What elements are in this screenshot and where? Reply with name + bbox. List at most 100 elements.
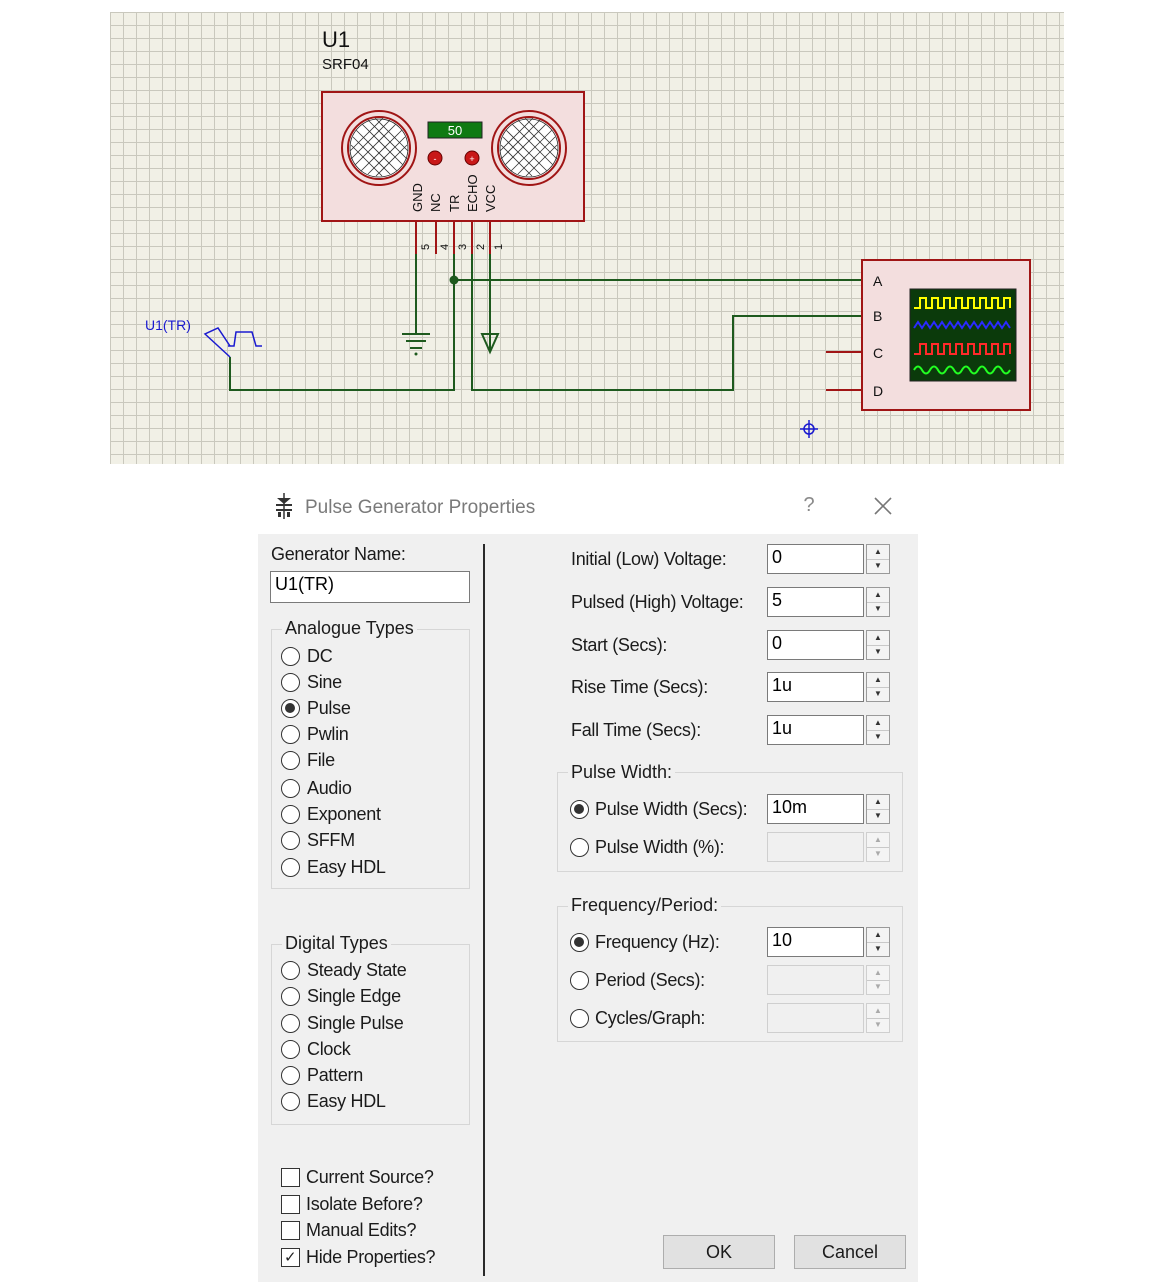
radio-button[interactable] — [570, 838, 589, 857]
cancel-button[interactable]: Cancel — [794, 1235, 906, 1269]
pin-number-5: 5 — [420, 244, 432, 250]
radio-button[interactable] — [281, 1014, 300, 1033]
spin-down-icon[interactable]: ▼ — [867, 980, 889, 994]
radio-button[interactable] — [570, 1009, 589, 1028]
field-input[interactable]: 1u — [767, 715, 864, 745]
spin-down-icon[interactable]: ▼ — [867, 847, 889, 861]
radio-label: Pattern — [307, 1065, 363, 1085]
radio-button[interactable] — [281, 858, 300, 877]
wires[interactable] — [229, 254, 862, 391]
checkbox-box[interactable]: ✓ — [281, 1248, 300, 1267]
spin-down-icon[interactable]: ▼ — [867, 645, 889, 659]
digital-types-title: Digital Types — [282, 933, 391, 954]
spin-down-icon[interactable]: ▼ — [867, 559, 889, 573]
component-part: SRF04 — [322, 56, 369, 73]
field-spinner[interactable]: ▲ ▼ — [866, 672, 890, 702]
option-spinner[interactable]: ▲ ▼ — [866, 1003, 890, 1033]
pulse-generator-icon[interactable] — [203, 327, 262, 358]
help-button[interactable]: ? — [798, 494, 820, 520]
radio-button[interactable] — [281, 673, 300, 692]
spin-down-icon[interactable]: ▼ — [867, 602, 889, 616]
radio-button[interactable] — [281, 1092, 300, 1111]
radio-label: Single Edge — [307, 986, 401, 1006]
svg-text:+: + — [469, 154, 474, 164]
spin-up-icon[interactable]: ▲ — [867, 631, 889, 646]
spin-down-icon[interactable]: ▼ — [867, 1018, 889, 1032]
spin-down-icon[interactable]: ▼ — [867, 942, 889, 956]
radio-button[interactable] — [281, 751, 300, 770]
analogue-types-title: Analogue Types — [282, 618, 417, 639]
checkbox-box[interactable] — [281, 1168, 300, 1187]
radio-button[interactable] — [281, 779, 300, 798]
spin-up-icon[interactable]: ▲ — [867, 795, 889, 810]
generator-name-label: Generator Name: — [271, 544, 406, 564]
radio-button[interactable] — [281, 805, 300, 824]
checkbox-box[interactable] — [281, 1195, 300, 1214]
option-input[interactable] — [767, 1003, 864, 1033]
radio-button[interactable] — [570, 800, 589, 819]
field-input[interactable]: 0 — [767, 544, 864, 574]
pin-number-1: 1 — [493, 244, 505, 250]
option-input[interactable] — [767, 965, 864, 995]
spin-up-icon[interactable]: ▲ — [867, 673, 889, 688]
spin-up-icon[interactable]: ▲ — [867, 545, 889, 560]
spin-up-icon[interactable]: ▲ — [867, 588, 889, 603]
pin-number-2: 2 — [475, 244, 487, 250]
field-input[interactable]: 5 — [767, 587, 864, 617]
option-input[interactable]: 10m — [767, 794, 864, 824]
radio-button[interactable] — [281, 1040, 300, 1059]
spin-down-icon[interactable]: ▼ — [867, 730, 889, 744]
close-icon[interactable] — [870, 492, 896, 520]
pin-name-tr: TR — [447, 195, 462, 212]
ok-button[interactable]: OK — [663, 1235, 775, 1269]
dialog-titlebar[interactable]: Pulse Generator Properties ? — [258, 480, 918, 534]
radio-button[interactable] — [281, 987, 300, 1006]
spin-up-icon[interactable]: ▲ — [867, 1004, 889, 1019]
checkbox-box[interactable] — [281, 1221, 300, 1240]
option-spinner[interactable]: ▲ ▼ — [866, 927, 890, 957]
field-spinner[interactable]: ▲ ▼ — [866, 587, 890, 617]
dialog-title: Pulse Generator Properties — [305, 497, 536, 518]
field-input[interactable]: 1u — [767, 672, 864, 702]
checkbox-label: Manual Edits? — [306, 1220, 417, 1240]
radio-button[interactable] — [281, 647, 300, 666]
option-spinner[interactable]: ▲ ▼ — [866, 965, 890, 995]
generator-name-input[interactable]: U1(TR) — [270, 571, 470, 603]
pin-number-4: 4 — [439, 244, 451, 250]
radio-button[interactable] — [281, 1066, 300, 1085]
field-label: Start (Secs): — [571, 635, 668, 655]
field-spinner[interactable]: ▲ ▼ — [866, 630, 890, 660]
radio-label: DC — [307, 646, 333, 666]
field-label: Rise Time (Secs): — [571, 677, 708, 697]
radio-button[interactable] — [281, 961, 300, 980]
option-spinner[interactable]: ▲ ▼ — [866, 794, 890, 824]
pulse-generator-dialog: Pulse Generator Properties ? Generator N… — [258, 480, 918, 1282]
spin-up-icon[interactable]: ▲ — [867, 928, 889, 943]
radio-button[interactable] — [570, 933, 589, 952]
frequency-period-title: Frequency/Period: — [568, 895, 722, 916]
pin-name-vcc: VCC — [483, 185, 498, 212]
radio-button[interactable] — [281, 725, 300, 744]
spin-down-icon[interactable]: ▼ — [867, 687, 889, 701]
field-label: Initial (Low) Voltage: — [571, 549, 727, 569]
radio-label: Pulse Width (Secs): — [595, 799, 748, 819]
radio-button[interactable] — [281, 831, 300, 850]
field-label: Pulsed (High) Voltage: — [571, 592, 744, 612]
generator-label: U1(TR) — [145, 317, 191, 333]
option-input[interactable]: 10 — [767, 927, 864, 957]
dialog-body: Generator Name: U1(TR) Analogue Types DC… — [258, 534, 918, 1282]
spin-up-icon[interactable]: ▲ — [867, 966, 889, 981]
option-input[interactable] — [767, 832, 864, 862]
pin-name-gnd: GND — [410, 183, 425, 212]
radio-label: Easy HDL — [307, 1091, 386, 1111]
field-spinner[interactable]: ▲ ▼ — [866, 715, 890, 745]
schematic-canvas[interactable]: U1 SRF04 50 - + GND NC TR ECHO VCC 5 4 3… — [110, 12, 1064, 464]
option-spinner[interactable]: ▲ ▼ — [866, 832, 890, 862]
field-spinner[interactable]: ▲ ▼ — [866, 544, 890, 574]
spin-up-icon[interactable]: ▲ — [867, 716, 889, 731]
radio-button[interactable] — [281, 699, 300, 718]
spin-up-icon[interactable]: ▲ — [867, 833, 889, 848]
radio-button[interactable] — [570, 971, 589, 990]
spin-down-icon[interactable]: ▼ — [867, 809, 889, 823]
field-input[interactable]: 0 — [767, 630, 864, 660]
